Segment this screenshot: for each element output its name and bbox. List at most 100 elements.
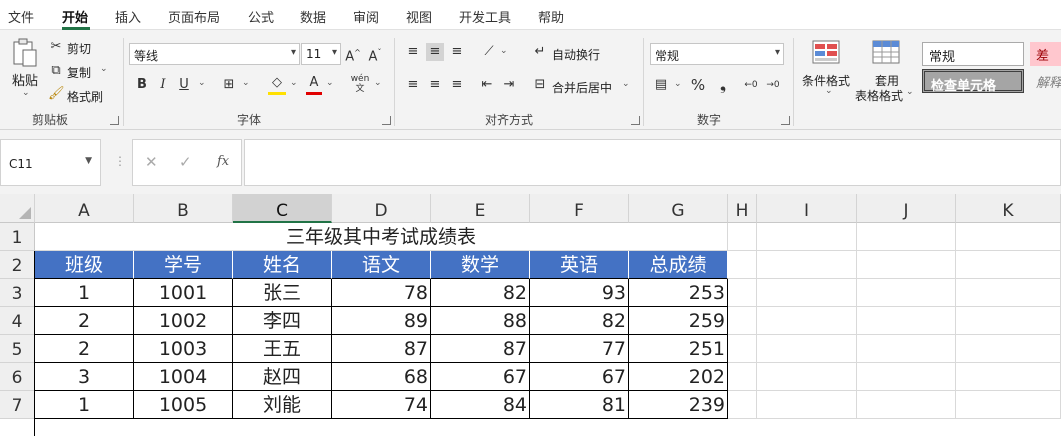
table-cell[interactable]: 78: [332, 279, 431, 307]
grid-cell[interactable]: [956, 391, 1061, 419]
decrease-font-icon[interactable]: Aˇ: [366, 44, 384, 66]
table-cell[interactable]: 74: [332, 391, 431, 419]
number-launcher-icon[interactable]: [781, 116, 790, 125]
conditional-dropdown-icon[interactable]: ⌄: [825, 86, 833, 96]
table-header-cell[interactable]: 总成绩: [629, 251, 728, 279]
grid-cell[interactable]: [757, 251, 857, 279]
table-format-dropdown-icon[interactable]: ⌄: [906, 87, 914, 97]
paste-icon[interactable]: [10, 38, 40, 68]
accounting-dropdown-icon[interactable]: ⌄: [674, 79, 682, 89]
table-cell[interactable]: 1: [35, 391, 134, 419]
cut-icon[interactable]: ✂: [48, 38, 64, 56]
number-format-select[interactable]: 常规 ▾: [650, 43, 784, 65]
menu-file[interactable]: 文件: [8, 7, 34, 26]
table-cell[interactable]: 68: [332, 363, 431, 391]
borders-dropdown-icon[interactable]: ⌄: [242, 78, 250, 88]
style-bad[interactable]: 差: [1030, 42, 1061, 66]
conditional-format-icon[interactable]: [812, 40, 840, 66]
grid-cell[interactable]: [728, 279, 757, 307]
grid-cell[interactable]: [757, 223, 857, 251]
format-painter-icon[interactable]: 🖌: [48, 85, 65, 103]
table-cell[interactable]: 1003: [134, 335, 233, 363]
bold-button[interactable]: B: [135, 76, 149, 94]
increase-font-icon[interactable]: A^: [344, 44, 362, 66]
grid-cell[interactable]: [857, 251, 956, 279]
confirm-icon[interactable]: ✓: [179, 153, 192, 171]
table-cell[interactable]: 87: [332, 335, 431, 363]
column-header-K[interactable]: K: [956, 194, 1061, 223]
table-header-cell[interactable]: 姓名: [233, 251, 332, 279]
grid-cell[interactable]: [757, 391, 857, 419]
row-header-4[interactable]: 4: [0, 307, 35, 335]
menu-view[interactable]: 视图: [406, 7, 432, 26]
table-cell[interactable]: 77: [530, 335, 629, 363]
grid-cell[interactable]: [728, 307, 757, 335]
table-cell[interactable]: 81: [530, 391, 629, 419]
table-header-cell[interactable]: 学号: [134, 251, 233, 279]
table-cell[interactable]: 张三: [233, 279, 332, 307]
table-header-cell[interactable]: 英语: [530, 251, 629, 279]
italic-button[interactable]: I: [156, 76, 170, 94]
column-header-E[interactable]: E: [431, 194, 530, 223]
align-top-icon[interactable]: ≡: [404, 43, 422, 61]
table-header-cell[interactable]: 数学: [431, 251, 530, 279]
chevron-down-icon[interactable]: ▼: [85, 156, 92, 166]
grid-cell[interactable]: [757, 335, 857, 363]
grid-cell[interactable]: [956, 251, 1061, 279]
copy-dropdown-icon[interactable]: ⌄: [100, 64, 108, 74]
clipboard-launcher-icon[interactable]: [110, 116, 119, 125]
cut-button[interactable]: 剪切: [67, 40, 91, 57]
font-name-select[interactable]: 等线 ▾: [129, 43, 300, 65]
table-cell[interactable]: 2: [35, 307, 134, 335]
table-header-cell[interactable]: 班级: [35, 251, 134, 279]
table-cell[interactable]: 93: [530, 279, 629, 307]
table-cell[interactable]: 1004: [134, 363, 233, 391]
borders-icon[interactable]: ⊞: [220, 76, 238, 94]
insert-function-icon[interactable]: fx: [217, 154, 229, 169]
grid-cell[interactable]: [857, 223, 956, 251]
grid-cell[interactable]: [956, 363, 1061, 391]
align-right-icon[interactable]: ≡: [448, 76, 466, 94]
align-middle-icon[interactable]: ≡: [426, 43, 444, 61]
font-color-dropdown-icon[interactable]: ⌄: [326, 78, 334, 88]
table-cell[interactable]: 67: [530, 363, 629, 391]
grid-cell[interactable]: [857, 335, 956, 363]
table-cell[interactable]: 88: [431, 307, 530, 335]
grid-cell[interactable]: [857, 279, 956, 307]
fill-dropdown-icon[interactable]: ⌄: [290, 78, 298, 88]
menu-review[interactable]: 审阅: [353, 7, 379, 26]
grid-cell[interactable]: [857, 391, 956, 419]
table-format-icon[interactable]: [872, 40, 900, 66]
grid-cell[interactable]: [728, 251, 757, 279]
column-header-B[interactable]: B: [134, 194, 233, 223]
grid-cell[interactable]: [956, 279, 1061, 307]
menu-data[interactable]: 数据: [300, 7, 326, 26]
decrease-decimal-icon[interactable]: →0: [764, 76, 782, 94]
table-cell[interactable]: 1001: [134, 279, 233, 307]
sheet-title[interactable]: 三年级其中考试成绩表: [35, 223, 728, 251]
cancel-icon[interactable]: ✕: [145, 153, 158, 171]
row-header-5[interactable]: 5: [0, 335, 35, 363]
worksheet-grid[interactable]: ABCDEFGHIJK 1234567 三年级其中考试成绩表 班级 学号 姓名 语文 数学…: [0, 194, 1061, 436]
wrap-text-icon[interactable]: ↵: [532, 43, 548, 61]
column-header-J[interactable]: J: [857, 194, 956, 223]
column-header-F[interactable]: F: [530, 194, 629, 223]
menu-page-layout[interactable]: 页面布局: [168, 7, 220, 26]
column-header-C[interactable]: C: [233, 194, 332, 223]
grid-cell[interactable]: [757, 279, 857, 307]
column-header-D[interactable]: D: [332, 194, 431, 223]
table-cell[interactable]: 89: [332, 307, 431, 335]
align-left-icon[interactable]: ≡: [404, 76, 422, 94]
orientation-dropdown-icon[interactable]: ⌄: [500, 46, 508, 56]
table-cell[interactable]: 82: [431, 279, 530, 307]
wrap-text-button[interactable]: 自动换行: [552, 46, 600, 63]
format-painter-button[interactable]: 格式刷: [67, 88, 103, 105]
alignment-launcher-icon[interactable]: [631, 116, 640, 125]
increase-decimal-icon[interactable]: ←0: [742, 76, 760, 94]
grid-cell[interactable]: [956, 335, 1061, 363]
menu-formulas[interactable]: 公式: [248, 7, 274, 26]
table-cell[interactable]: 1: [35, 279, 134, 307]
column-header-I[interactable]: I: [757, 194, 857, 223]
merge-center-icon[interactable]: ⊟: [532, 76, 548, 94]
table-cell[interactable]: 87: [431, 335, 530, 363]
